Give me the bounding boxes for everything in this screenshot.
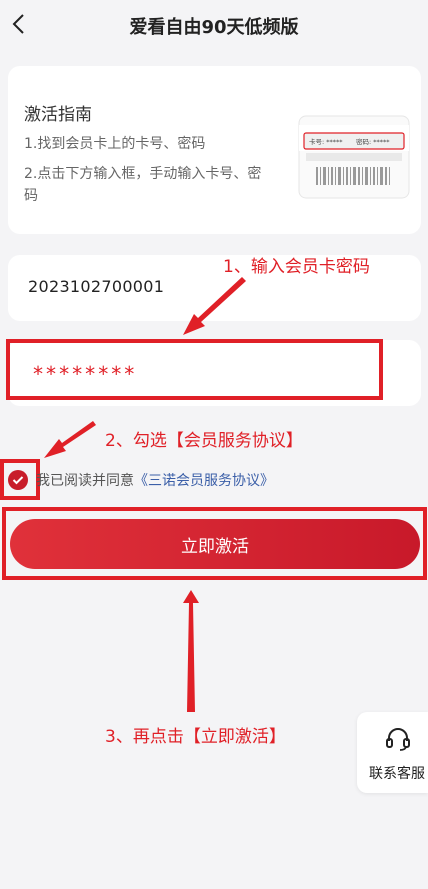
page-title: 爱看自由90天低频版: [129, 17, 299, 38]
activate-button[interactable]: 立即激活: [10, 519, 420, 569]
agreement-checkbox[interactable]: [8, 470, 28, 490]
annotation-step-2: 2、勾选【会员服务协议】: [105, 431, 303, 451]
agreement-link[interactable]: 《三诺会员服务协议》: [134, 473, 274, 489]
checkmark-icon: [12, 476, 24, 485]
membership-card-illustration: 卡号: ***** 密码: *****: [298, 115, 410, 199]
card-number-label: 卡号: *****: [309, 137, 343, 146]
password-highlight-box: [6, 339, 383, 400]
customer-service-button[interactable]: 联系客服: [357, 712, 428, 793]
customer-service-label: 联系客服: [369, 766, 425, 782]
card-password-label: 密码: *****: [356, 137, 390, 146]
arrow-to-checkbox: [44, 421, 96, 458]
guide-step-2: 2.点击下方输入框，手动输入卡号、密码: [24, 166, 262, 204]
header-bar: 爱看自由90天低频版: [0, 0, 428, 50]
annotation-step-3: 3、再点击【立即激活】: [105, 727, 286, 747]
card-number-input[interactable]: [28, 277, 328, 296]
guide-title: 激活指南: [24, 105, 92, 125]
guide-step-1: 1.找到会员卡上的卡号、密码: [24, 136, 206, 152]
agreement-text: 我已阅读并同意: [36, 473, 134, 489]
annotation-step-1: 1、输入会员卡密码: [223, 257, 370, 277]
activation-guide-card: 激活指南 1.找到会员卡上的卡号、密码 2.点击下方输入框，手动输入卡号、密码 …: [8, 66, 421, 234]
headset-icon: [386, 728, 410, 751]
arrow-to-button: [183, 590, 199, 712]
agreement-row: 我已阅读并同意《三诺会员服务协议》: [36, 470, 274, 490]
